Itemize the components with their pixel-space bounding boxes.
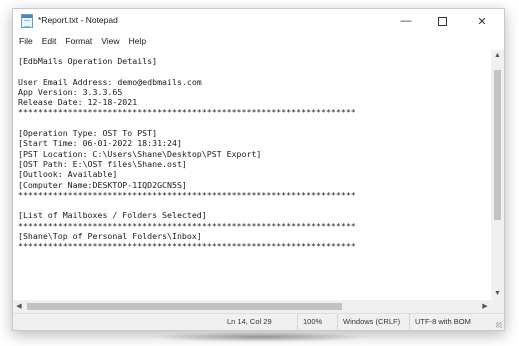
text-line: App Version: 3.3.3.65 [18,86,123,97]
title-bar[interactable]: *Report.txt - Notepad — ✕ [13,9,504,33]
scroll-left-icon[interactable]: ◀ [13,300,25,313]
text-line: ****************************************… [18,189,356,200]
text-line: [Outlook: Available] [18,169,118,180]
vertical-scroll-thumb[interactable] [494,70,501,220]
zoom-level: 100% [297,314,337,330]
document-text[interactable]: [EdbMails Operation Details] User Email A… [13,50,491,252]
text-line: [Operation Type: OST To PST] [18,128,158,139]
text-line: [EdbMails Operation Details] [18,56,158,66]
text-line: [Computer Name:DESKTOP-1IQD2GCN5S] [18,179,187,190]
text-line [18,118,491,128]
scroll-right-icon[interactable]: ▶ [479,300,491,313]
menu-bar: File Edit Format View Help [13,33,504,49]
text-editor[interactable]: [EdbMails Operation Details] User Email A… [13,50,491,300]
resize-grip-icon[interactable] [496,322,502,328]
horizontal-scroll-thumb[interactable] [27,303,342,310]
close-button[interactable]: ✕ [464,9,500,33]
text-line: ****************************************… [18,220,356,231]
text-line: [PST Location: C:\Users\Shane\Desktop\PS… [18,148,262,159]
scrollbar-corner [491,300,504,313]
text-line: [Shane\Top of Personal Folders\Inbox] [18,231,202,242]
scroll-down-icon[interactable]: ▼ [491,288,504,300]
maximize-icon [437,16,447,26]
text-line: ****************************************… [18,107,356,118]
text-line: [OST Path: E:\OST files\Shane.ost] [18,158,187,169]
text-line: Release Date: 12-18-2021 [18,97,138,108]
menu-edit[interactable]: Edit [42,36,57,46]
text-line: ****************************************… [18,241,356,252]
minimize-icon: — [400,15,412,27]
scroll-up-icon[interactable]: ▲ [491,50,504,62]
window-shadow [150,332,370,342]
maximize-button[interactable] [424,9,460,33]
notepad-icon [21,14,33,28]
cursor-position: Ln 14, Col 29 [227,317,272,326]
text-line: User Email Address: demo@edbmails.com [18,76,202,87]
text-line: [List of Mailboxes / Folders Selected] [18,210,207,221]
text-line: [Start Time: 06-01-2022 18:31:24] [18,138,182,149]
menu-file[interactable]: File [19,36,33,46]
notepad-window: *Report.txt - Notepad — ✕ File Edit Form… [12,8,505,331]
status-bar: Ln 14, Col 29 100% Windows (CRLF) UTF-8 … [13,313,504,330]
menu-view[interactable]: View [101,36,119,46]
encoding: UTF-8 with BOM [409,314,504,330]
text-line [18,66,491,76]
line-ending: Windows (CRLF) [337,314,409,330]
horizontal-scrollbar[interactable]: ◀ ▶ [13,300,491,313]
menu-help[interactable]: Help [129,36,146,46]
window-title: *Report.txt - Notepad [38,15,118,25]
minimize-button[interactable]: — [388,9,424,33]
text-line [18,200,491,210]
close-icon: ✕ [477,15,487,28]
menu-format[interactable]: Format [65,36,92,46]
vertical-scrollbar[interactable]: ▲ ▼ [491,50,504,300]
